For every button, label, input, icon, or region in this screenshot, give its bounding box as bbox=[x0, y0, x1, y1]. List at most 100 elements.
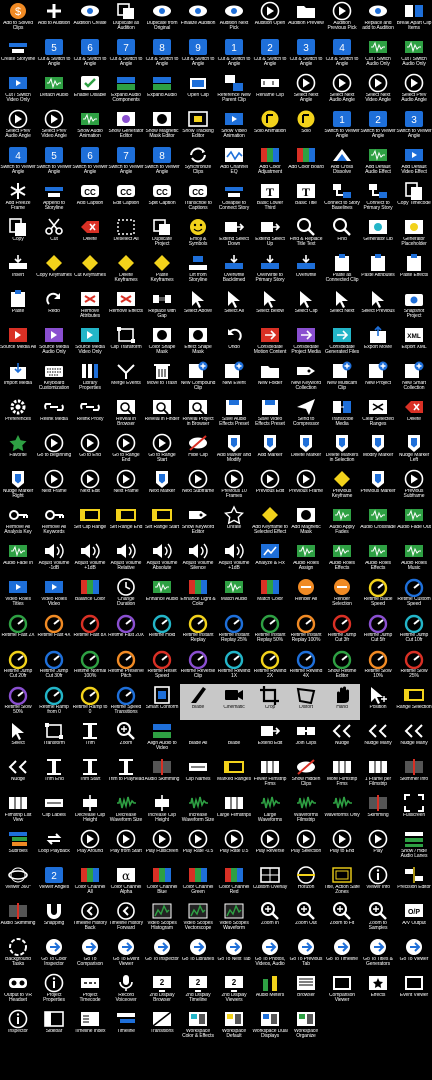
command-cut-switch-video-only[interactable]: Cut / Switch Video Only bbox=[0, 72, 36, 108]
command-set-range-start[interactable]: Set Range Start bbox=[144, 504, 180, 540]
command-timeline-history-back[interactable]: Timeline History Back bbox=[72, 900, 108, 936]
command-adjust-volume-1db[interactable]: Adjust Volume +1dB bbox=[72, 540, 108, 576]
command-retime-jump-cut-30fr[interactable]: Retime Jump Cut 30fr bbox=[36, 648, 72, 684]
command-output-to-vr-headset[interactable]: Output to VR Headset bbox=[0, 972, 36, 1008]
command-cinematic[interactable]: Cinematic bbox=[216, 684, 252, 720]
command-go-to-color-inspector[interactable]: Go To Color Inspector bbox=[36, 936, 72, 972]
command-reference-new-parent-clip[interactable]: Reference New Parent Clip bbox=[216, 72, 252, 108]
command-zoom[interactable]: Zoom bbox=[108, 720, 144, 756]
command-waveforms-only[interactable]: Waveforms Only bbox=[324, 792, 360, 828]
command-consolidate-motion-content[interactable]: Consolidate Motion Content bbox=[252, 324, 288, 360]
command-go-to-event-viewer[interactable]: Go To Event Viewer bbox=[108, 936, 144, 972]
command-switch-to-viewer-angle[interactable]: 2 Switch to Viewer Angle bbox=[360, 108, 396, 144]
command-skimming[interactable]: Skimming bbox=[360, 792, 396, 828]
command-break-apart-clip-items[interactable]: Break Apart Clip Items bbox=[396, 0, 432, 36]
command-find-replace-title-text[interactable]: Find & Replace Title Text bbox=[288, 216, 324, 252]
command-video-scopes-vectorscope[interactable]: Video Scopes Vectorscope bbox=[180, 900, 216, 936]
command-preferences[interactable]: Preferences bbox=[0, 396, 36, 432]
command-paste-as-connected-clip[interactable]: Paste as Connected Clip bbox=[324, 252, 360, 288]
command-retime-instant-replay[interactable]: Retime Instant Replay bbox=[180, 612, 216, 648]
command-retime-jump-cut-20fr[interactable]: Retime Jump Cut 20fr bbox=[0, 648, 36, 684]
command-effect-shape-mask[interactable]: Effect Shape Mask bbox=[180, 324, 216, 360]
command-viewer-360[interactable]: Viewer 360° bbox=[0, 864, 36, 900]
command-split-caption[interactable]: CC Split Caption bbox=[144, 180, 180, 216]
command-audition-open[interactable]: Audition Open bbox=[252, 0, 288, 36]
command-filmstrip-list-view[interactable]: Filmstrip List View bbox=[0, 792, 36, 828]
command-play-rate-0-5[interactable]: Play Rate -0.5 bbox=[180, 828, 216, 864]
command-add-caption[interactable]: CC Add Caption bbox=[72, 180, 108, 216]
command-retime-instant-replay-50[interactable]: Retime Instant Replay 50% bbox=[252, 612, 288, 648]
command-retime-rewind-4x[interactable]: Retime Rewind 4X bbox=[288, 648, 324, 684]
command-cut-switch-to-angle[interactable]: 2 Cut & Switch to Angle bbox=[252, 36, 288, 72]
command-match-color[interactable]: Match Color bbox=[252, 576, 288, 612]
command-expand-audio[interactable]: Expand Audio bbox=[144, 72, 180, 108]
command-zoom-to-samples[interactable]: Zoom to Samples bbox=[360, 900, 396, 936]
command-add-freeze-frame[interactable]: Add Freeze Frame bbox=[0, 180, 36, 216]
command-add-marker[interactable]: Add Marker bbox=[252, 432, 288, 468]
command-waveforms-filmstrip[interactable]: Waveforms Filmstrip bbox=[288, 792, 324, 828]
command-enhance-audio[interactable]: Enhance Audio bbox=[144, 576, 180, 612]
command-video-roles-video[interactable]: Video Roles Video bbox=[36, 576, 72, 612]
command-retime-slow-25[interactable]: Retime Slow 25% bbox=[396, 648, 432, 684]
command-play-fullscreen[interactable]: Play Fullscreen bbox=[144, 828, 180, 864]
command-blade[interactable]: Blade bbox=[180, 684, 216, 720]
command-solo[interactable]: Solo bbox=[288, 108, 324, 144]
command-sidebar[interactable]: Sidebar bbox=[36, 1008, 72, 1044]
command-show-keyword-editor[interactable]: Show Keyword Editor bbox=[180, 504, 216, 540]
command-create-storyline[interactable]: Create Storyline bbox=[0, 36, 36, 72]
command-switch-to-viewer-angle[interactable]: 1 Switch to Viewer Angle bbox=[324, 108, 360, 144]
command-next-frame[interactable]: Next Frame bbox=[108, 468, 144, 504]
command-select-prev-audio-angle[interactable]: Select Prev Audio Angle bbox=[396, 72, 432, 108]
command-retime-rewind-1x[interactable]: Retime Rewind 1X bbox=[216, 648, 252, 684]
command-select-next-angle[interactable]: Select Next Angle bbox=[288, 72, 324, 108]
command-merge-events[interactable]: Merge Events bbox=[108, 360, 144, 396]
command-delete-keyframes[interactable]: Delete Keyframes bbox=[108, 252, 144, 288]
command-rename-clip[interactable]: Rename Clip bbox=[252, 72, 288, 108]
command-retime-reverse-clip[interactable]: Retime Reverse Clip bbox=[180, 648, 216, 684]
command-retime-fast-8x[interactable]: Retime Fast 8X bbox=[72, 612, 108, 648]
command-audio-roles-music[interactable]: Audio Roles Music bbox=[396, 540, 432, 576]
command-select-all[interactable]: Select All bbox=[216, 288, 252, 324]
command-large-waveforms[interactable]: Large Waveforms bbox=[252, 792, 288, 828]
command-basic-title[interactable]: T Basic Title bbox=[288, 180, 324, 216]
command-previous-10-frames[interactable]: Previous 10 Frames bbox=[216, 468, 252, 504]
command-balance-color[interactable]: Balance Color bbox=[72, 576, 108, 612]
command-new-project[interactable]: New Project bbox=[360, 360, 396, 396]
command-play-around[interactable]: Play Around bbox=[72, 828, 108, 864]
command-keyboard-customization[interactable]: Keyboard Customization bbox=[36, 360, 72, 396]
command-go-to-comparison[interactable]: Go To Comparison bbox=[72, 936, 108, 972]
command-solo-animation[interactable]: Solo Animation bbox=[252, 108, 288, 144]
command-retime-jump-cut-3fr[interactable]: Retime Jump Cut 3fr bbox=[324, 612, 360, 648]
command-open-clip[interactable]: Open Clip bbox=[180, 72, 216, 108]
command-relink-proxy[interactable]: Relink Proxy bbox=[72, 396, 108, 432]
command-blade[interactable]: Blade bbox=[216, 720, 252, 756]
command-retime-fast-2x[interactable]: Retime Fast 2X bbox=[0, 612, 36, 648]
command-increase-waveform-size[interactable]: Increase Waveform Size bbox=[180, 792, 216, 828]
command-record-voiceover[interactable]: Record Voiceover bbox=[108, 972, 144, 1008]
command-distort[interactable]: Distort bbox=[288, 684, 324, 720]
command-cut-keyframes[interactable]: Cut Keyframes bbox=[72, 252, 108, 288]
command-retime-preserve-pitch[interactable]: Retime Preserve Pitch bbox=[108, 648, 144, 684]
command-retime-slow-10[interactable]: Retime Slow 10% bbox=[360, 648, 396, 684]
command-connect-to-primary-story[interactable]: Connect to Primary Story bbox=[360, 180, 396, 216]
command-new-smart-collection[interactable]: New Smart Collection bbox=[396, 360, 432, 396]
command-copy-timecode[interactable]: Copy Timecode bbox=[396, 180, 432, 216]
command-retime-instant-replay-100[interactable]: Retime Instant Replay 100% bbox=[288, 612, 324, 648]
command-add-to-solved-clips[interactable]: $ Add to Solved Clips bbox=[0, 0, 36, 36]
command-add-color-adjustment[interactable]: Add Color Adjustment bbox=[252, 144, 288, 180]
command-paste-attributes[interactable]: Paste Attributes bbox=[360, 252, 396, 288]
command-reveal-project-in-browser[interactable]: Reveal Project in Browser bbox=[180, 396, 216, 432]
command-smart-conform[interactable]: Smart Conform bbox=[144, 684, 180, 720]
command-hand[interactable]: Hand bbox=[324, 684, 360, 720]
command-go-to-end[interactable]: Go to End bbox=[72, 432, 108, 468]
command-add-channel-eq[interactable]: Add Channel EQ bbox=[216, 144, 252, 180]
command-cut-switch-audio-only[interactable]: Cut / Switch Audio Only bbox=[396, 36, 432, 72]
command-select-prev-video-angle[interactable]: Select Prev Video Angle bbox=[36, 108, 72, 144]
command-zoom-out[interactable]: Zoom Out bbox=[288, 900, 324, 936]
command-move-to-trash[interactable]: Move to Trash bbox=[144, 360, 180, 396]
command-select-next-audio-angle[interactable]: Select Next Audio Angle bbox=[324, 72, 360, 108]
command-retime-fast-4x[interactable]: Retime Fast 4X bbox=[36, 612, 72, 648]
command-1-frame-per-filmstrip[interactable]: 1 Frame per Filmstrip bbox=[360, 756, 396, 792]
command-cut-switch-to-angle[interactable]: 6 Cut & Switch to Angle bbox=[72, 36, 108, 72]
command-transcode-media[interactable]: Transcode Media bbox=[324, 396, 360, 432]
